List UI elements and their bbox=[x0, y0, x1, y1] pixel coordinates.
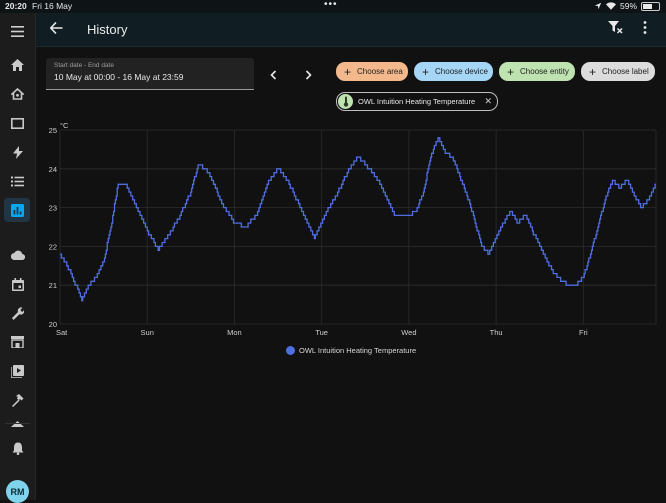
x-tick-label: Wed bbox=[401, 328, 416, 337]
chevron-right-icon bbox=[305, 70, 312, 80]
thermometer-icon bbox=[338, 94, 353, 109]
cloud-icon bbox=[10, 250, 25, 260]
location-icon bbox=[594, 2, 602, 10]
sidebar: RM bbox=[0, 13, 36, 503]
choose-area-label: Choose area bbox=[357, 67, 403, 76]
status-right: 59% bbox=[594, 1, 660, 11]
sidebar-item-calendar[interactable] bbox=[0, 271, 35, 297]
chart-box-icon bbox=[11, 203, 24, 217]
overflow-menu-button[interactable] bbox=[643, 21, 647, 39]
home-outline-icon bbox=[11, 88, 24, 100]
chart-grid bbox=[59, 129, 657, 325]
next-range-button[interactable] bbox=[305, 67, 312, 85]
sidebar-item-media[interactable] bbox=[0, 110, 35, 136]
y-tick-label: 25 bbox=[49, 126, 57, 135]
sidebar-item-media-browser[interactable] bbox=[0, 358, 35, 384]
y-tick-label: 21 bbox=[49, 281, 57, 290]
sidebar-item-energy[interactable] bbox=[0, 139, 35, 165]
y-tick-label: 24 bbox=[49, 165, 57, 174]
y-tick-label: 23 bbox=[49, 204, 57, 213]
remove-entity-button[interactable]: ✕ bbox=[484, 96, 492, 107]
store-icon bbox=[11, 336, 24, 348]
calendar-icon bbox=[11, 277, 24, 291]
battery-percent: 59% bbox=[619, 1, 637, 11]
status-bar: 20:20 Fri 16 May ••• 59% bbox=[0, 0, 666, 13]
plus-icon: + bbox=[344, 64, 352, 79]
bell-icon bbox=[12, 442, 23, 455]
sidebar-item-settings-tools[interactable] bbox=[0, 300, 35, 326]
play-box-icon bbox=[11, 364, 24, 378]
sidebar-item-areas[interactable] bbox=[0, 81, 35, 107]
partial-icon bbox=[11, 421, 24, 427]
sidebar-item-history[interactable] bbox=[0, 197, 35, 223]
selected-entity-chip[interactable]: OWL Intuition Heating Temperature ✕ bbox=[336, 92, 498, 111]
y-axis: 202122232425 bbox=[49, 126, 57, 329]
sidebar-item-weather[interactable] bbox=[0, 242, 35, 268]
battery-icon bbox=[641, 1, 660, 11]
choose-area-chip[interactable]: + Choose area bbox=[336, 62, 408, 81]
y-axis-unit: °C bbox=[60, 121, 69, 130]
wifi-icon bbox=[605, 2, 616, 10]
page-title: History bbox=[87, 22, 128, 37]
clear-filter-button[interactable] bbox=[608, 21, 623, 39]
choose-device-label: Choose device bbox=[435, 67, 488, 76]
sidebar-divider bbox=[5, 423, 30, 424]
date-range-picker[interactable]: Start date - End date 10 May at 00:00 - … bbox=[46, 58, 254, 90]
list-icon bbox=[11, 176, 24, 186]
top-app-bar: History bbox=[36, 13, 666, 47]
sidebar-item-notifications[interactable] bbox=[0, 435, 35, 461]
plus-icon: + bbox=[507, 64, 515, 79]
x-tick-label: Sat bbox=[56, 328, 68, 337]
date-range-value: 10 May at 00:00 - 16 May at 23:59 bbox=[54, 72, 184, 82]
lightning-icon bbox=[12, 145, 23, 159]
sidebar-item-overview[interactable] bbox=[0, 52, 35, 78]
chevron-left-icon bbox=[270, 70, 277, 80]
date-range-label: Start date - End date bbox=[54, 62, 114, 69]
sidebar-item-partial[interactable] bbox=[0, 411, 35, 437]
x-tick-label: Fri bbox=[579, 328, 588, 337]
status-date: Fri 16 May bbox=[32, 1, 73, 11]
multitask-dots[interactable]: ••• bbox=[324, 0, 338, 10]
choose-device-chip[interactable]: + Choose device bbox=[414, 62, 493, 81]
x-tick-label: Mon bbox=[227, 328, 242, 337]
back-button[interactable] bbox=[49, 21, 63, 39]
choose-entity-chip[interactable]: + Choose entity bbox=[499, 62, 575, 81]
series-line-owl-temperature bbox=[60, 137, 656, 302]
plus-icon: + bbox=[422, 64, 430, 79]
sidebar-item-developer-tools[interactable] bbox=[0, 387, 35, 413]
wrench-icon bbox=[12, 306, 24, 320]
x-axis: Sat Sun Mon Tue Wed Thu Fri bbox=[56, 328, 588, 337]
legend-label: OWL Intuition Heating Temperature bbox=[299, 346, 417, 355]
chart-legend[interactable]: OWL Intuition Heating Temperature bbox=[286, 346, 416, 355]
selected-entity-name: OWL Intuition Heating Temperature bbox=[358, 97, 476, 106]
monitor-icon bbox=[11, 117, 24, 129]
hammer-icon bbox=[12, 393, 24, 407]
menu-icon[interactable] bbox=[0, 18, 35, 44]
dots-vertical-icon bbox=[643, 21, 647, 34]
x-tick-label: Thu bbox=[490, 328, 503, 337]
choose-label-chip[interactable]: + Choose label bbox=[581, 62, 655, 81]
y-tick-label: 22 bbox=[49, 242, 57, 251]
sidebar-item-hacs[interactable] bbox=[0, 329, 35, 355]
plus-icon: + bbox=[589, 64, 597, 79]
arrow-left-icon bbox=[49, 21, 63, 35]
previous-range-button[interactable] bbox=[270, 67, 277, 85]
status-time: 20:20 bbox=[5, 1, 27, 11]
choose-label-label: Choose label bbox=[602, 67, 649, 76]
x-tick-label: Tue bbox=[315, 328, 328, 337]
history-chart: °C 202122232425 Sat Sun Mon Tue Wed Thu Fri bbox=[49, 121, 657, 337]
home-icon bbox=[11, 59, 24, 71]
sidebar-item-logbook[interactable] bbox=[0, 168, 35, 194]
choose-entity-label: Choose entity bbox=[520, 67, 569, 76]
x-tick-label: Sun bbox=[141, 328, 154, 337]
legend-swatch bbox=[286, 346, 295, 355]
filter-remove-icon bbox=[608, 21, 623, 34]
